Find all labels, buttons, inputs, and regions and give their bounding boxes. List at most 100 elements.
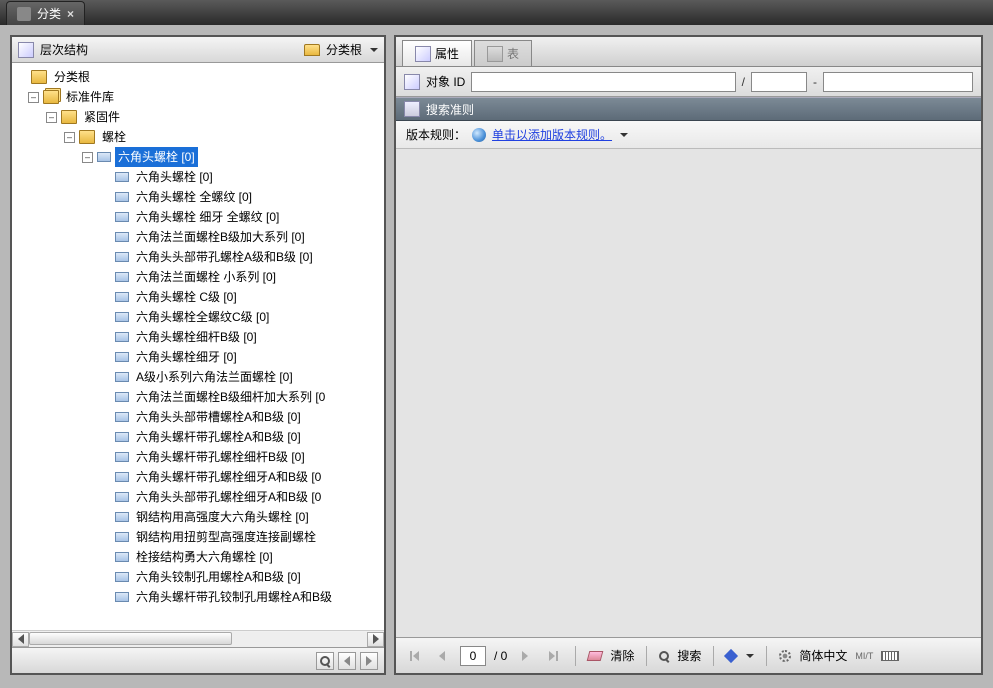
scroll-right-button[interactable] xyxy=(367,632,384,647)
object-id-field[interactable] xyxy=(471,72,735,92)
version-rule-label: 版本规则： xyxy=(406,126,466,143)
tree-label: 钢结构用扭剪型高强度连接副螺栓 xyxy=(133,527,319,547)
chevron-down-icon[interactable] xyxy=(620,133,628,137)
object-id-label: 对象 ID xyxy=(426,73,465,90)
language-selector[interactable]: 简体中文 xyxy=(799,647,847,664)
tree-node-item[interactable]: 栓接结构勇大六角螺栓 [0] xyxy=(14,547,382,567)
search-button[interactable]: 搜索 xyxy=(677,647,701,664)
diamond-icon xyxy=(724,648,738,662)
chevron-down-icon[interactable] xyxy=(746,654,754,658)
search-button[interactable] xyxy=(316,652,334,670)
tree-node-item[interactable]: 六角法兰面螺栓 小系列 [0] xyxy=(14,267,382,287)
tree-node-item[interactable]: A级小系列六角法兰面螺栓 [0] xyxy=(14,367,382,387)
tree-toggle xyxy=(100,252,111,263)
scroll-thumb[interactable] xyxy=(29,632,232,645)
first-page-button[interactable] xyxy=(404,646,424,666)
next-button[interactable] xyxy=(360,652,378,670)
part-icon xyxy=(115,552,129,562)
page-total: / 0 xyxy=(494,649,507,663)
tree-node-item[interactable]: 六角头螺栓全螺纹C级 [0] xyxy=(14,307,382,327)
tree-collapse-icon[interactable]: – xyxy=(82,152,93,163)
window-tab-bar: 分类 × xyxy=(0,0,993,25)
tree-node-item[interactable]: 钢结构用扭剪型高强度连接副螺栓 xyxy=(14,527,382,547)
close-icon[interactable]: × xyxy=(67,7,74,21)
tree-node-bolt[interactable]: – 螺栓 xyxy=(14,127,382,147)
page-number-input[interactable]: 0 xyxy=(460,646,486,666)
tree-label: 六角法兰面螺栓B级细杆加大系列 [0 xyxy=(133,387,328,407)
tree-node-item[interactable]: 六角头螺栓 全螺纹 [0] xyxy=(14,187,382,207)
tree-node-selected[interactable]: – 六角头螺栓 [0] xyxy=(14,147,382,167)
properties-tabs: 属性 表 xyxy=(396,37,981,67)
keyboard-icon[interactable] xyxy=(881,651,899,661)
hierarchy-title: 层次结构 xyxy=(40,41,88,58)
object-name-field[interactable] xyxy=(823,72,973,92)
object-id-row: 对象 ID / - xyxy=(396,67,981,97)
add-version-rule-link[interactable]: 单击以添加版本规则。 xyxy=(492,126,612,143)
tree-node-item[interactable]: 六角头螺杆带孔铰制孔用螺栓A和B级 xyxy=(14,587,382,607)
tree-node-item[interactable]: 六角头螺杆带孔螺栓细杆B级 [0] xyxy=(14,447,382,467)
tree-node-item[interactable]: 六角头螺杆带孔螺栓细牙A和B级 [0 xyxy=(14,467,382,487)
clear-button[interactable]: 清除 xyxy=(610,647,634,664)
scroll-left-button[interactable] xyxy=(12,632,29,647)
globe-icon xyxy=(472,128,486,142)
part-icon xyxy=(115,212,129,222)
tree-node-item[interactable]: 六角法兰面螺栓B级细杆加大系列 [0 xyxy=(14,387,382,407)
tree-label: 标准件库 xyxy=(63,87,117,107)
folder-icon xyxy=(304,44,320,56)
tree-node-root[interactable]: 分类根 xyxy=(14,67,382,87)
divider xyxy=(575,646,576,666)
tree-node-item[interactable]: 六角头螺栓 [0] xyxy=(14,167,382,187)
tree-node-library[interactable]: – 标准件库 xyxy=(14,87,382,107)
tree-toggle xyxy=(100,472,111,483)
tree-label: 六角头螺栓细牙 [0] xyxy=(133,347,240,367)
part-icon xyxy=(115,332,129,342)
next-page-button[interactable] xyxy=(515,646,535,666)
tab-title: 分类 xyxy=(37,5,61,22)
object-icon xyxy=(404,74,420,90)
tree-node-item[interactable]: 六角头铰制孔用螺栓A和B级 [0] xyxy=(14,567,382,587)
tree-label: 六角头螺栓 C级 [0] xyxy=(133,287,240,307)
part-icon xyxy=(115,432,129,442)
tab-properties[interactable]: 属性 xyxy=(402,40,472,66)
root-dropdown-label[interactable]: 分类根 xyxy=(326,41,362,58)
tree-node-item[interactable]: 六角法兰面螺栓B级加大系列 [0] xyxy=(14,227,382,247)
tree-label: A级小系列六角法兰面螺栓 [0] xyxy=(133,367,296,387)
tree-toggle xyxy=(100,312,111,323)
tab-table[interactable]: 表 xyxy=(474,40,532,66)
scroll-track[interactable] xyxy=(29,632,367,647)
tree-toggle xyxy=(100,592,111,603)
tree-container: 分类根 – 标准件库 – 紧固件 – 螺 xyxy=(12,63,384,630)
tree-node-fastener[interactable]: – 紧固件 xyxy=(14,107,382,127)
tree-collapse-icon[interactable]: – xyxy=(64,132,75,143)
tree-node-item[interactable]: 六角头螺栓 C级 [0] xyxy=(14,287,382,307)
tree-node-item[interactable]: 六角头螺栓细杆B级 [0] xyxy=(14,327,382,347)
window-tab-classification[interactable]: 分类 × xyxy=(6,1,85,25)
tree-node-item[interactable]: 六角头头部带孔螺栓细牙A和B级 [0 xyxy=(14,487,382,507)
tree-collapse-icon[interactable]: – xyxy=(28,92,39,103)
tree-node-item[interactable]: 六角头螺栓 细牙 全螺纹 [0] xyxy=(14,207,382,227)
hierarchy-footer xyxy=(12,647,384,673)
horizontal-scrollbar[interactable] xyxy=(12,630,384,647)
object-revision-field[interactable] xyxy=(751,72,807,92)
tree-label: 钢结构用高强度大六角头螺栓 [0] xyxy=(133,507,312,527)
eraser-icon xyxy=(587,651,604,661)
tree-label: 六角头螺栓细杆B级 [0] xyxy=(133,327,260,347)
tree-collapse-icon[interactable]: – xyxy=(46,112,57,123)
tree-toggle xyxy=(100,492,111,503)
prev-page-button[interactable] xyxy=(432,646,452,666)
hierarchy-tree[interactable]: 分类根 – 标准件库 – 紧固件 – 螺 xyxy=(12,63,384,611)
tree-node-item[interactable]: 六角头螺杆带孔螺栓A和B级 [0] xyxy=(14,427,382,447)
tree-node-item[interactable]: 六角头头部带孔螺栓A级和B级 [0] xyxy=(14,247,382,267)
tree-label: 六角头螺杆带孔螺栓细杆B级 [0] xyxy=(133,447,308,467)
last-page-button[interactable] xyxy=(543,646,563,666)
tree-node-item[interactable]: 六角头螺栓细牙 [0] xyxy=(14,347,382,367)
prev-button[interactable] xyxy=(338,652,356,670)
search-icon xyxy=(320,656,330,666)
keyboard-hint: MI/T xyxy=(855,651,873,661)
folder-icon xyxy=(79,130,95,144)
tab-label: 表 xyxy=(507,45,519,62)
tree-toggle xyxy=(100,272,111,283)
tree-node-item[interactable]: 六角头头部带槽螺栓A和B级 [0] xyxy=(14,407,382,427)
chevron-down-icon[interactable] xyxy=(370,48,378,52)
tree-node-item[interactable]: 钢结构用高强度大六角头螺栓 [0] xyxy=(14,507,382,527)
